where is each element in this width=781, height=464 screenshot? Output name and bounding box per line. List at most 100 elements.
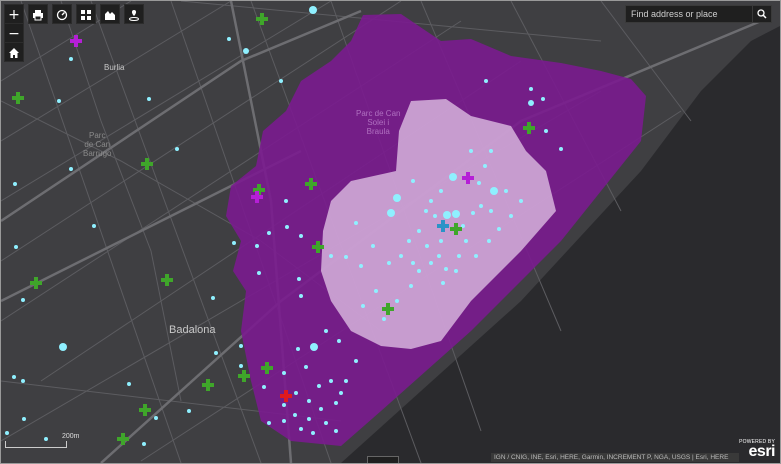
- point: [409, 284, 413, 288]
- point: [154, 416, 158, 420]
- point: [371, 244, 375, 248]
- point: [14, 245, 18, 249]
- point: [441, 281, 445, 285]
- point: [239, 364, 243, 368]
- measure-button[interactable]: [52, 4, 72, 24]
- point: [541, 97, 545, 101]
- point: [299, 427, 303, 431]
- point: [127, 382, 131, 386]
- green-cross-marker: [117, 433, 129, 445]
- point: [5, 431, 9, 435]
- point: [175, 147, 179, 151]
- home-button[interactable]: [4, 42, 24, 62]
- point: [382, 317, 386, 321]
- point: [337, 339, 341, 343]
- measure-icon: [56, 9, 68, 21]
- point: [399, 254, 403, 258]
- green-cross-marker: [238, 370, 250, 382]
- green-cross-marker: [256, 13, 268, 25]
- point: [387, 261, 391, 265]
- locate-button[interactable]: [124, 4, 144, 24]
- point: [282, 419, 286, 423]
- point: [262, 385, 266, 389]
- point: [528, 100, 534, 106]
- point: [310, 343, 318, 351]
- basemap-gallery-icon: [81, 10, 91, 20]
- point: [243, 48, 249, 54]
- scale-label: 200m: [62, 433, 80, 440]
- label-badalona: Badalona: [169, 324, 216, 336]
- point: [559, 147, 563, 151]
- point: [267, 231, 271, 235]
- point: [334, 401, 338, 405]
- basemap-gallery-button[interactable]: [76, 4, 96, 24]
- print-button[interactable]: [28, 4, 48, 24]
- point: [142, 442, 146, 446]
- point: [279, 79, 283, 83]
- point: [324, 421, 328, 425]
- point: [319, 407, 323, 411]
- point: [187, 409, 191, 413]
- label-parc-barrugo: Parc de Can Barrugo: [83, 131, 112, 158]
- point: [267, 421, 271, 425]
- point: [424, 209, 428, 213]
- point: [307, 417, 311, 421]
- print-icon: [33, 10, 43, 21]
- point: [417, 229, 421, 233]
- esri-wordmark: esri: [748, 443, 776, 460]
- point: [417, 269, 421, 273]
- point: [407, 239, 411, 243]
- point: [304, 365, 308, 369]
- search-button[interactable]: [752, 6, 771, 22]
- esri-logo: POWERED BY esri: [739, 439, 775, 461]
- point: [354, 221, 358, 225]
- point: [69, 57, 73, 61]
- point: [21, 379, 25, 383]
- panel-toggle-handle[interactable]: [367, 456, 399, 463]
- green-cross-marker: [30, 277, 42, 289]
- zoom-in-button[interactable]: +: [4, 4, 24, 24]
- home-icon: [9, 48, 19, 58]
- point: [324, 329, 328, 333]
- search-input[interactable]: [631, 7, 749, 21]
- map-view[interactable]: Burlia Parc de Can Barrugo Parc de Can S…: [0, 0, 781, 464]
- label-burlia: Burlia: [104, 63, 125, 72]
- locate-icon: [129, 10, 139, 21]
- point: [443, 211, 451, 219]
- point: [297, 277, 301, 281]
- layers-button[interactable]: [100, 4, 120, 24]
- point: [519, 199, 523, 203]
- point: [490, 187, 498, 195]
- point: [21, 298, 25, 302]
- point: [504, 189, 508, 193]
- point: [59, 343, 67, 351]
- green-cross-marker: [202, 379, 214, 391]
- map-attribution: IGN / CNIG, INE, Esri, HERE, Garmin, INC…: [491, 453, 739, 462]
- point: [239, 344, 243, 348]
- green-cross-marker: [141, 158, 153, 170]
- scale-bar: 200m: [5, 433, 80, 448]
- point: [329, 379, 333, 383]
- point: [471, 211, 475, 215]
- point: [444, 267, 448, 271]
- point: [255, 244, 259, 248]
- point: [429, 199, 433, 203]
- point: [469, 149, 473, 153]
- point: [457, 254, 461, 258]
- point: [211, 296, 215, 300]
- point: [293, 413, 297, 417]
- point: [429, 261, 433, 265]
- point: [452, 210, 460, 218]
- point: [214, 351, 218, 355]
- point: [344, 379, 348, 383]
- point: [299, 234, 303, 238]
- point: [489, 149, 493, 153]
- point: [489, 209, 493, 213]
- point: [285, 225, 289, 229]
- point: [425, 244, 429, 248]
- label-parc-can-solei: Parc de Can Solei i Braula: [356, 109, 401, 136]
- point: [433, 214, 437, 218]
- green-cross-marker: [139, 404, 151, 416]
- zoom-out-button[interactable]: −: [4, 23, 24, 43]
- point: [439, 189, 443, 193]
